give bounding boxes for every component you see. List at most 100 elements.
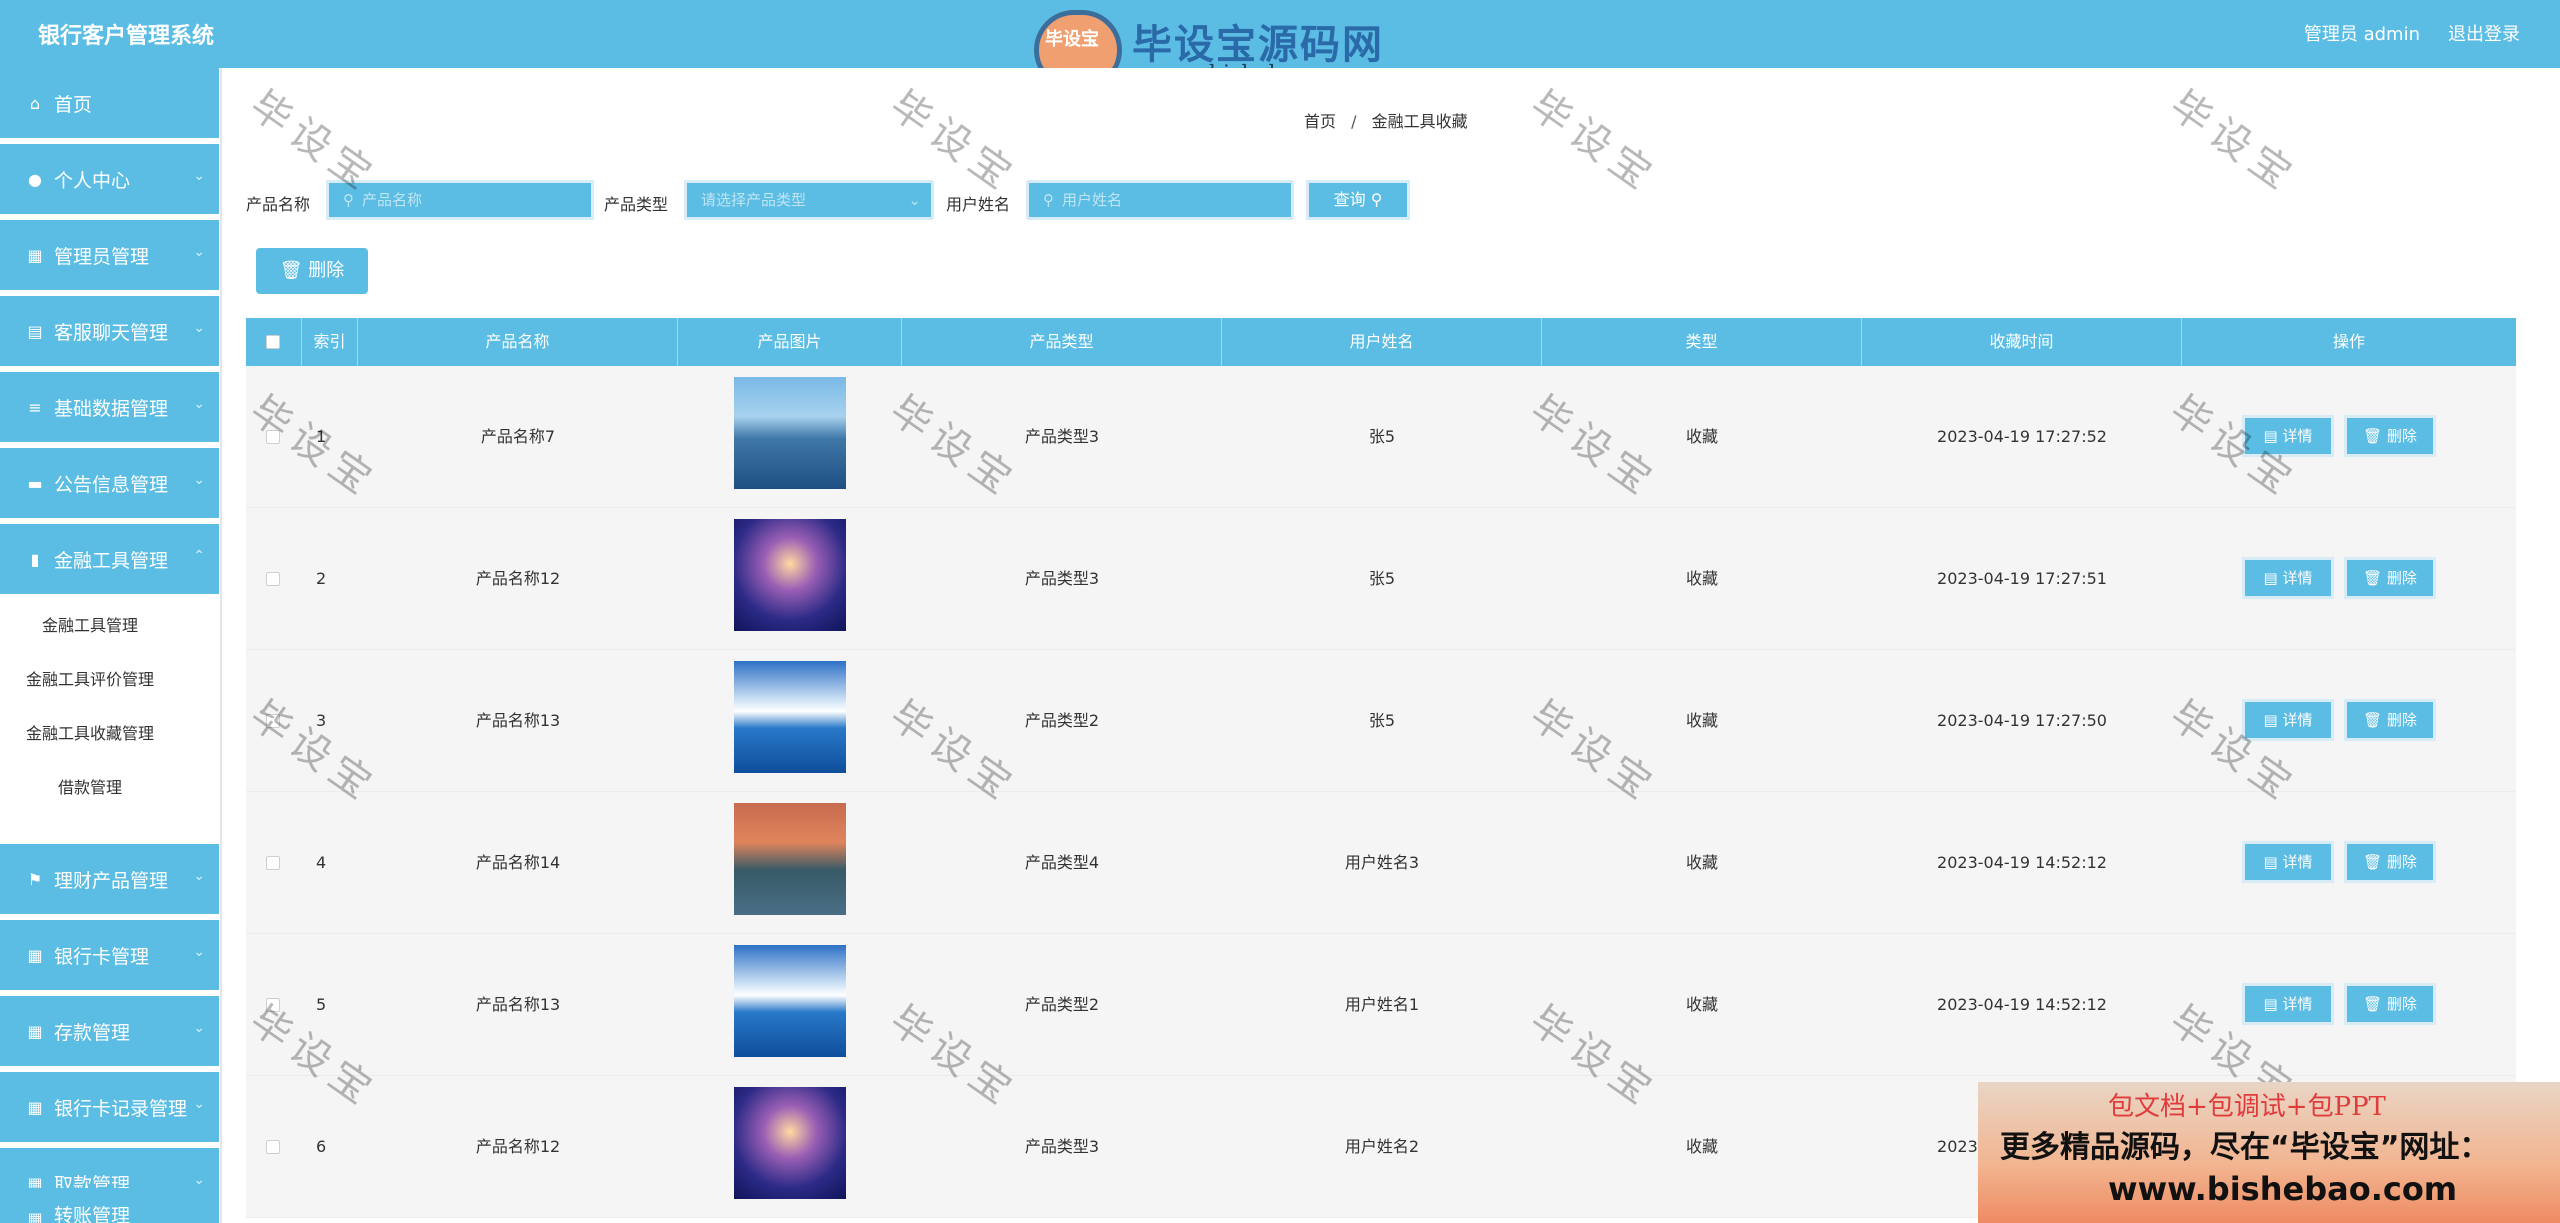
- grid-icon: ▦: [27, 1021, 43, 1041]
- row-checkbox[interactable]: [266, 856, 280, 870]
- row-checkbox[interactable]: [266, 572, 280, 586]
- subitem-finance-tool[interactable]: 金融工具管理: [42, 612, 138, 636]
- product-image: [734, 519, 846, 631]
- select-all-checkbox[interactable]: [266, 335, 280, 349]
- trash-icon: 🗑: [2363, 711, 2387, 729]
- grid-icon: ▦: [27, 1209, 43, 1223]
- detail-button[interactable]: ▤ 详情: [2242, 699, 2334, 741]
- cell-index: 2: [316, 569, 327, 588]
- detail-button[interactable]: ▤ 详情: [2242, 557, 2334, 599]
- user-name-input[interactable]: ⚲ 用户姓名: [1026, 180, 1294, 220]
- select-all-cell: [246, 318, 302, 366]
- detail-button[interactable]: ▤ 详情: [2242, 983, 2334, 1025]
- cell-product-name: 产品名称7: [480, 427, 556, 446]
- cell-user-name: 用户姓名2: [1344, 1137, 1420, 1156]
- cell-favorite-time: 2023-04-19 17:27:52: [1937, 427, 2107, 446]
- batch-delete-button[interactable]: 🗑 删除: [256, 248, 368, 294]
- trash-icon: 🗑: [2363, 427, 2387, 445]
- breadcrumb-current: 金融工具收藏: [1371, 112, 1468, 131]
- sidebar-item-base-data-mgmt[interactable]: ≡ 基础数据管理 ⌄: [0, 372, 219, 442]
- row-delete-button[interactable]: 🗑 删除: [2344, 841, 2436, 883]
- breadcrumb-home[interactable]: 首页: [1304, 112, 1336, 131]
- cell-product-type: 产品类型3: [1024, 1137, 1100, 1156]
- sidebar-item-bank-card-mgmt[interactable]: ▦ 银行卡管理 ⌄: [0, 920, 219, 990]
- sidebar-item-wealth-product-mgmt[interactable]: ⚑ 理财产品管理 ⌄: [0, 844, 219, 914]
- detail-button[interactable]: ▤ 详情: [2242, 415, 2334, 457]
- table-row: 4 产品名称14 产品类型4 用户姓名3 收藏 2023-04-19 14:52:12 ▤ …: [246, 792, 2516, 934]
- cell-index: 4: [316, 853, 327, 872]
- sidebar-item-home[interactable]: ⌂ 首页: [0, 68, 219, 138]
- chevron-down-icon: ⌄: [193, 944, 205, 960]
- col-favorite-time: 收藏时间: [1862, 318, 2182, 366]
- chevron-down-icon: ⌄: [193, 1020, 205, 1036]
- document-icon: ▤: [2263, 995, 2283, 1013]
- promo-line-2: 更多精品源码，尽在“毕设宝”网址：: [2000, 1130, 2490, 1165]
- row-delete-button[interactable]: 🗑 删除: [2344, 557, 2436, 599]
- cell-index: 3: [316, 711, 327, 730]
- table-row: 3 产品名称13 产品类型2 张5 收藏 2023-04-19 17:27:50 ▤ 详情 🗑…: [246, 650, 2516, 792]
- subitem-finance-tool-review[interactable]: 金融工具评价管理: [26, 666, 154, 690]
- cell-user-name: 张5: [1368, 569, 1396, 588]
- col-product-type: 产品类型: [902, 318, 1222, 366]
- cell-product-name: 产品名称14: [475, 853, 561, 872]
- chevron-down-icon: ⌄: [193, 320, 205, 336]
- row-delete-button[interactable]: 🗑 删除: [2344, 415, 2436, 457]
- cell-product-type: 产品类型2: [1024, 711, 1100, 730]
- sidebar-item-notice-mgmt[interactable]: ▬ 公告信息管理 ⌄: [0, 448, 219, 518]
- user-name-label: 用户姓名: [946, 195, 1011, 214]
- grid-icon: ▦: [27, 945, 43, 965]
- col-index: 索引: [302, 318, 358, 366]
- document-icon: ▤: [2263, 569, 2283, 587]
- table-row: 5 产品名称13 产品类型2 用户姓名1 收藏 2023-04-19 14:52:12 ▤ …: [246, 934, 2516, 1076]
- row-checkbox[interactable]: [266, 1140, 280, 1154]
- cell-product-type: 产品类型3: [1024, 427, 1100, 446]
- sidebar-item-transfer-mgmt[interactable]: ▦ 转账管理: [0, 1188, 219, 1223]
- admin-user-label[interactable]: 管理员 admin: [2304, 20, 2420, 46]
- chevron-down-icon: ⌄: [193, 244, 205, 260]
- product-type-select[interactable]: 请选择产品类型 ⌄: [684, 180, 934, 220]
- logout-link[interactable]: 退出登录: [2448, 20, 2520, 46]
- chevron-down-icon: ⌄: [193, 472, 205, 488]
- document-icon: ▤: [2263, 711, 2283, 729]
- sidebar-item-card-record-mgmt[interactable]: ▦ 银行卡记录管理 ⌄: [0, 1072, 219, 1142]
- user-icon: ●: [28, 169, 42, 189]
- product-name-input[interactable]: ⚲ 产品名称: [326, 180, 594, 220]
- subitem-finance-tool-favorite[interactable]: 金融工具收藏管理: [26, 720, 154, 744]
- app-title: 银行客户管理系统: [38, 24, 215, 49]
- cell-kind: 收藏: [1685, 427, 1718, 446]
- row-delete-button[interactable]: 🗑 删除: [2344, 983, 2436, 1025]
- col-product-name: 产品名称: [358, 318, 678, 366]
- sidebar-item-chat-mgmt[interactable]: ▤ 客服聊天管理 ⌄: [0, 296, 219, 366]
- sidebar-item-finance-tool-mgmt[interactable]: ▮ 金融工具管理 ⌃: [0, 524, 219, 594]
- breadcrumb: 首页 / 金融工具收藏: [1304, 108, 1468, 132]
- cell-product-name: 产品名称13: [475, 995, 561, 1014]
- chevron-down-icon: ⌄: [908, 191, 921, 209]
- row-delete-button[interactable]: 🗑 删除: [2344, 699, 2436, 741]
- chat-icon: ▤: [27, 321, 43, 341]
- row-checkbox[interactable]: [266, 714, 280, 728]
- cell-kind: 收藏: [1685, 995, 1718, 1014]
- cell-product-name: 产品名称13: [475, 711, 561, 730]
- cell-product-name: 产品名称12: [475, 1137, 561, 1156]
- row-checkbox[interactable]: [266, 430, 280, 444]
- trash-icon: 🗑: [2363, 853, 2387, 871]
- sidebar-item-deposit-mgmt[interactable]: ▦ 存款管理 ⌄: [0, 996, 219, 1066]
- subitem-loan-mgmt[interactable]: 借款管理: [58, 774, 122, 798]
- row-checkbox[interactable]: [266, 998, 280, 1012]
- product-name-label: 产品名称: [246, 195, 311, 214]
- breadcrumb-separator: /: [1351, 112, 1357, 131]
- search-icon: ⚲: [343, 191, 354, 209]
- sidebar-item-personal-center[interactable]: ● 个人中心 ⌄: [0, 144, 219, 214]
- grid-icon: ▦: [27, 1097, 43, 1117]
- promo-banner[interactable]: 包文档+包调试+包PPT 更多精品源码，尽在“毕设宝”网址： www.bishe…: [1978, 1082, 2560, 1223]
- sidebar-item-admin-mgmt[interactable]: ▦ 管理员管理 ⌄: [0, 220, 219, 290]
- query-button[interactable]: 查询 ⚲: [1306, 180, 1410, 220]
- detail-button[interactable]: ▤ 详情: [2242, 841, 2334, 883]
- cell-user-name: 用户姓名1: [1344, 995, 1420, 1014]
- chevron-down-icon: ⌄: [193, 168, 205, 184]
- cell-product-type: 产品类型3: [1024, 569, 1100, 588]
- header-user-area: 管理员 admin 退出登录: [2304, 20, 2520, 46]
- table-row: 2 产品名称12 产品类型3 张5 收藏 2023-04-19 17:27:51 ▤ 详情 🗑…: [246, 508, 2516, 650]
- cell-kind: 收藏: [1685, 1137, 1718, 1156]
- chevron-down-icon: ⌄: [193, 396, 205, 412]
